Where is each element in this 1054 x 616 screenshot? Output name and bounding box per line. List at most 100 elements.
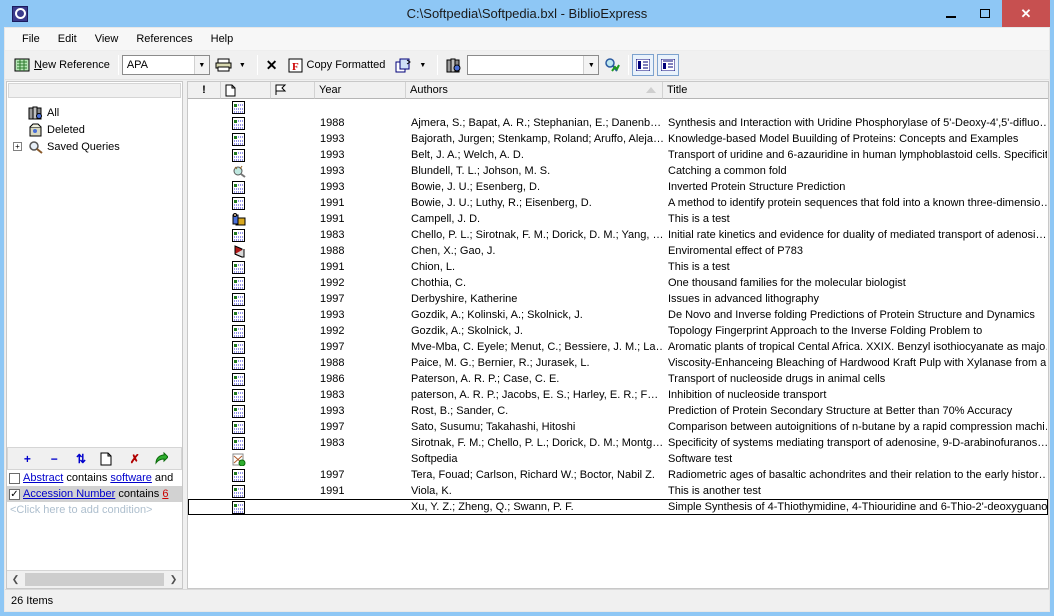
menu-item-view[interactable]: View [86, 30, 128, 48]
search-scope-button[interactable] [441, 53, 467, 77]
table-row[interactable]: 1983 paterson, A. R. P.; Jacobs, E. S.; H… [188, 387, 1048, 403]
table-row[interactable]: 1991 Bowie, J. U.; Luthy, R.; Eisenberg, … [188, 195, 1048, 211]
sidebar-item-deleted[interactable]: Deleted [11, 121, 180, 138]
table-row[interactable]: 1993 Blundell, T. L.; Johson, M. S. Catchi… [188, 163, 1048, 179]
table-row[interactable]: 1988 Paice, M. G.; Bernier, R.; Jurasek, … [188, 355, 1048, 371]
run-search-button[interactable] [599, 53, 625, 77]
reference-type-cell [222, 276, 272, 290]
refresh-conditions-icon[interactable]: ⇅ [73, 452, 89, 466]
copy-reference-button[interactable]: ▼ [390, 53, 434, 77]
condition-value-link[interactable]: 6 [162, 488, 168, 500]
menu-item-references[interactable]: References [127, 30, 201, 48]
close-button[interactable]: ✕ [1002, 0, 1050, 27]
query-condition-row[interactable]: ✓ Accession Number contains 6 [7, 486, 182, 502]
condition-field-link[interactable]: Abstract [23, 472, 63, 484]
query-condition-row[interactable]: Abstract contains software and [7, 470, 182, 486]
add-condition-icon[interactable]: + [19, 452, 35, 466]
table-row[interactable]: 1986 Paterson, A. R. P.; Case, C. E. Trans… [188, 371, 1048, 387]
delete-query-icon[interactable]: ✗ [127, 452, 143, 466]
delete-reference-button[interactable]: ✕ [261, 53, 283, 77]
table-row[interactable]: 1993 Belt, J. A.; Welch, A. D. Transport o… [188, 147, 1048, 163]
year-cell: 1988 [320, 357, 345, 369]
table-row[interactable]: 1993 Rost, B.; Sander, C. Prediction of Pr… [188, 403, 1048, 419]
status-bar: 26 Items [5, 589, 1049, 611]
table-row[interactable]: 1988 Ajmera, S.; Bapat, A. R.; Stephanian… [188, 115, 1048, 131]
reference-type-cell [222, 244, 272, 258]
authors-cell: Sirotnak, F. M.; Chello, P. L.; Dorick, … [411, 437, 664, 449]
run-search-icon [604, 57, 621, 73]
maximize-button[interactable] [968, 0, 1002, 27]
table-row[interactable]: 1997 Sato, Susumu; Takahashi, Hitoshi Comp… [188, 419, 1048, 435]
copy-dropdown-icon[interactable]: ▼ [416, 62, 429, 69]
chevron-down-icon[interactable]: ▼ [583, 56, 599, 74]
table-row[interactable]: 1992 Chothia, C. One thousand families for… [188, 275, 1048, 291]
attachment-icon [225, 84, 236, 97]
table-row[interactable]: Xu, Y. Z.; Zheng, Q.; Swann, P. F. Simple… [188, 499, 1048, 515]
menu-item-help[interactable]: Help [202, 30, 243, 48]
view-details-button[interactable] [657, 54, 680, 76]
table-row[interactable]: 1983 Chello, P. L.; Sirotnak, F. M.; Dori… [188, 227, 1048, 243]
sidebar-item-all[interactable]: All [11, 104, 180, 121]
chest-icon [232, 212, 268, 226]
column-header-authors[interactable]: Authors [406, 82, 663, 99]
table-row[interactable]: 1983 Sirotnak, F. M.; Chello, P. L.; Dori… [188, 435, 1048, 451]
authors-cell: Belt, J. A.; Welch, A. D. [411, 149, 524, 161]
add-condition-prompt[interactable]: <Click here to add condition> [7, 502, 182, 518]
reference-type-cell [222, 132, 272, 146]
table-row[interactable]: 1993 Gozdik, A.; Kolinski, A.; Skolnick, … [188, 307, 1048, 323]
condition-value-link[interactable]: software [110, 472, 152, 484]
column-header-attachment[interactable] [221, 82, 271, 99]
table-row[interactable]: 1997 Mve-Mba, C. Eyele; Menut, C.; Bessie… [188, 339, 1048, 355]
authors-cell: Gozdik, A.; Skolnick, J. [411, 325, 523, 337]
expand-plus-icon[interactable]: + [11, 142, 24, 151]
condition-field-link[interactable]: Accession Number [23, 488, 115, 500]
menu-item-edit[interactable]: Edit [49, 30, 86, 48]
table-row[interactable]: 1997 Tera, Fouad; Carlson, Richard W.; Bo… [188, 467, 1048, 483]
title-cell: A method to identify protein sequences t… [668, 197, 1047, 209]
table-row[interactable]: 1991 Viola, K. This is another test [188, 483, 1048, 499]
checkbox-unchecked[interactable] [9, 472, 20, 484]
run-query-icon[interactable] [154, 452, 170, 465]
search-combo[interactable]: ▼ [467, 55, 600, 75]
sidebar-item-saved-queries[interactable]: + Saved Queries [11, 138, 180, 155]
print-dropdown-icon[interactable]: ▼ [236, 62, 249, 69]
new-query-icon[interactable] [100, 452, 116, 466]
column-header-flag[interactable] [271, 82, 315, 99]
column-label: Title [667, 84, 688, 96]
year-cell: 1993 [320, 149, 345, 161]
scroll-right-icon[interactable]: ❯ [165, 571, 182, 588]
table-row[interactable]: 1988 Chen, X.; Gao, J. Enviromental effect… [188, 243, 1048, 259]
references-db-icon [28, 106, 43, 120]
table-row[interactable]: 1992 Gozdik, A.; Skolnick, J. Topology Fin… [188, 323, 1048, 339]
column-header-year[interactable]: Year [315, 82, 406, 99]
copy-formatted-button[interactable]: F Copy Formatted [283, 53, 391, 77]
menu-item-file[interactable]: File [13, 30, 49, 48]
table-row[interactable]: Softpedia Software test [188, 451, 1048, 467]
table-row[interactable]: 1993 Bajorath, Jurgen; Stenkamp, Roland; … [188, 131, 1048, 147]
remove-condition-icon[interactable]: − [46, 452, 62, 466]
new-reference-button[interactable]: New Reference [9, 53, 115, 77]
scroll-left-icon[interactable]: ❮ [7, 571, 24, 588]
minimize-button[interactable] [934, 0, 968, 27]
print-button[interactable]: ▼ [210, 53, 254, 77]
table-row[interactable]: 1991 Campell, J. D. This is a test [188, 211, 1048, 227]
style-combo[interactable]: APA ▼ [121, 55, 210, 75]
title-cell: Enviromental effect of P783 [668, 245, 803, 257]
reference-type-cell [222, 228, 272, 242]
authors-cell: Chello, P. L.; Sirotnak, F. M.; Dorick, … [411, 229, 664, 241]
folder-tree: All Deleted + Saved Queries [7, 99, 182, 447]
column-header-title[interactable]: Title [663, 82, 1048, 99]
column-header-urgent[interactable]: ! [188, 82, 221, 99]
chevron-down-icon[interactable]: ▼ [193, 56, 209, 74]
table-row[interactable]: 1997 Derbyshire, Katherine Issues in advan… [188, 291, 1048, 307]
year-cell: 1997 [320, 469, 345, 481]
scrollbar-thumb[interactable] [25, 573, 164, 586]
table-row[interactable]: 1991 Chion, L. This is a test [188, 259, 1048, 275]
checkbox-checked[interactable]: ✓ [9, 488, 20, 500]
table-row[interactable]: 1993 Bowie, J. U.; Esenberg, D. Inverted P… [188, 179, 1048, 195]
sidebar-hscrollbar[interactable]: ❮ ❯ [7, 570, 182, 588]
authors-cell: Paice, M. G.; Bernier, R.; Jurasek, L. [411, 357, 590, 369]
urgent-icon: ! [202, 84, 206, 96]
table-row[interactable] [188, 99, 1048, 115]
view-list-button[interactable] [632, 54, 655, 76]
